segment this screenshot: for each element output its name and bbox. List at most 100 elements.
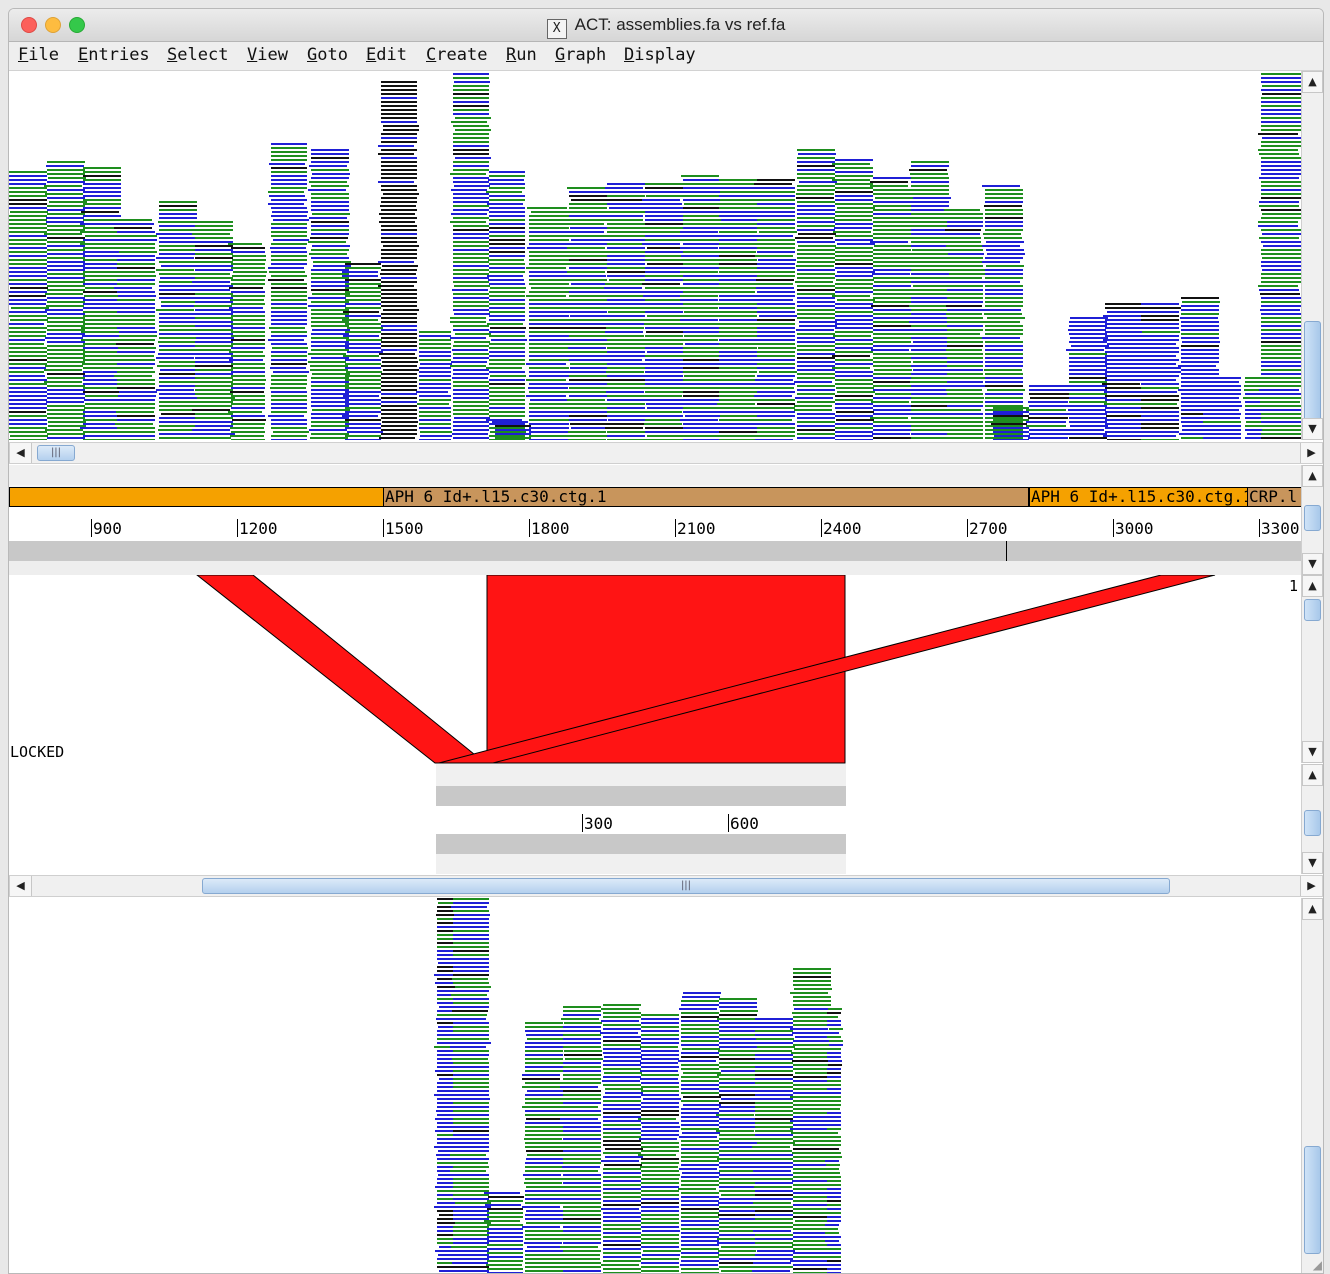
- comparison-vertical-scrollbar[interactable]: ▲ ▼: [1301, 575, 1323, 763]
- read: [453, 1186, 489, 1188]
- triangle-down-icon[interactable]: ▼: [1302, 741, 1323, 763]
- triangle-down-icon[interactable]: ▼: [1302, 418, 1323, 440]
- comparison-panel[interactable]: LOCKED 1: [9, 575, 1301, 764]
- read: [453, 381, 489, 383]
- scroll-thumb[interactable]: [1304, 505, 1321, 531]
- scroll-thumb[interactable]: [1304, 599, 1321, 621]
- match-block[interactable]: [486, 575, 846, 764]
- read: [312, 409, 350, 411]
- triangle-up-icon[interactable]: ▲: [1302, 764, 1323, 786]
- read: [345, 391, 381, 393]
- read: [229, 307, 263, 309]
- read: [560, 1086, 598, 1088]
- read: [1139, 391, 1177, 393]
- top-sequence-vertical-scrollbar[interactable]: ▲ ▼: [1301, 465, 1323, 575]
- triangle-up-icon[interactable]: ▲: [1302, 465, 1323, 487]
- read: [83, 199, 121, 201]
- triangle-left-icon[interactable]: ◀: [10, 443, 32, 463]
- menu-file[interactable]: File: [18, 45, 59, 65]
- top-reads-vertical-scrollbar[interactable]: ▲ ▼: [1301, 71, 1323, 440]
- triangle-down-icon[interactable]: ▼: [1302, 852, 1323, 874]
- read: [194, 405, 232, 407]
- read: [563, 1182, 601, 1184]
- read: [719, 1082, 757, 1084]
- match-diagonal-1[interactable]: [196, 575, 487, 764]
- feature-orange-segment[interactable]: [9, 487, 384, 507]
- read: [83, 323, 121, 325]
- read: [985, 273, 1023, 275]
- read: [947, 289, 983, 291]
- menu-create[interactable]: Create: [426, 45, 487, 65]
- read: [522, 1226, 560, 1228]
- read: [755, 299, 793, 301]
- read: [44, 369, 82, 371]
- scroll-thumb[interactable]: [1304, 810, 1321, 836]
- read: [159, 417, 197, 419]
- read: [683, 183, 721, 185]
- read: [792, 1012, 830, 1014]
- menu-run[interactable]: Run: [506, 45, 537, 65]
- menu-display[interactable]: Display: [624, 45, 696, 65]
- read: [603, 1064, 641, 1066]
- triangle-down-icon[interactable]: ▼: [1302, 553, 1323, 575]
- triangle-left-icon[interactable]: ◀: [10, 876, 32, 896]
- read: [47, 397, 85, 399]
- read: [755, 1254, 793, 1256]
- bottom-horizontal-scrollbar[interactable]: ◀ ||| ▶: [9, 875, 1323, 897]
- menu-goto[interactable]: Goto: [307, 45, 348, 65]
- read: [9, 311, 47, 313]
- triangle-up-icon[interactable]: ▲: [1302, 898, 1323, 920]
- read: [985, 305, 1023, 307]
- read: [192, 281, 230, 283]
- read: [911, 193, 949, 195]
- menu-edit[interactable]: Edit: [366, 45, 407, 65]
- read: [193, 437, 231, 439]
- read: [757, 367, 795, 369]
- triangle-right-icon[interactable]: ▶: [1300, 443, 1322, 463]
- read: [490, 327, 526, 329]
- triangle-up-icon[interactable]: ▲: [1302, 71, 1323, 93]
- read: [161, 265, 199, 267]
- scroll-thumb[interactable]: [1304, 321, 1321, 421]
- bottom-bam-reads-panel[interactable]: [9, 898, 1301, 1273]
- read: [271, 395, 307, 397]
- top-sequence-panel[interactable]: APH 6 Id+.l15.c30.ctg.1 APH 6 Id+.l15.c3…: [9, 465, 1301, 575]
- menu-graph[interactable]: Graph: [555, 45, 606, 65]
- read: [911, 165, 949, 167]
- scroll-thumb[interactable]: |||: [37, 445, 75, 461]
- scroll-thumb[interactable]: [1304, 1146, 1321, 1254]
- ruler-tick: [91, 519, 92, 537]
- read: [719, 207, 757, 209]
- read: [798, 153, 836, 155]
- read: [793, 1236, 831, 1238]
- scroll-thumb[interactable]: |||: [202, 878, 1170, 894]
- bottom-sequence-vertical-scrollbar[interactable]: ▲ ▼: [1301, 764, 1323, 874]
- bottom-reads-vertical-scrollbar[interactable]: ▲ ◢: [1301, 898, 1323, 1273]
- read: [835, 351, 873, 353]
- triangle-right-icon[interactable]: ▶: [1300, 876, 1322, 896]
- triangle-up-icon[interactable]: ▲: [1302, 575, 1323, 597]
- read: [719, 239, 757, 241]
- read: [1069, 433, 1107, 435]
- read: [755, 1110, 793, 1112]
- read: [231, 335, 265, 337]
- read: [1261, 421, 1301, 423]
- menu-view[interactable]: View: [247, 45, 288, 65]
- read: [489, 315, 525, 317]
- read: [563, 1250, 601, 1252]
- read: [987, 317, 1025, 319]
- read: [645, 259, 683, 261]
- bottom-sequence-panel[interactable]: 300 600: [9, 764, 1301, 874]
- ruler-tick: [383, 519, 384, 537]
- read: [645, 215, 683, 217]
- read: [452, 377, 488, 379]
- read: [641, 1210, 679, 1212]
- menu-select[interactable]: Select: [167, 45, 228, 65]
- menu-entries[interactable]: Entries: [78, 45, 150, 65]
- read: [985, 361, 1023, 363]
- top-bam-reads-panel[interactable]: [9, 71, 1301, 440]
- read: [308, 305, 346, 307]
- read: [84, 407, 122, 409]
- top-reads-horizontal-scrollbar[interactable]: ◀ ||| ▶: [9, 442, 1323, 464]
- resize-grip-icon[interactable]: ◢: [1313, 1258, 1322, 1272]
